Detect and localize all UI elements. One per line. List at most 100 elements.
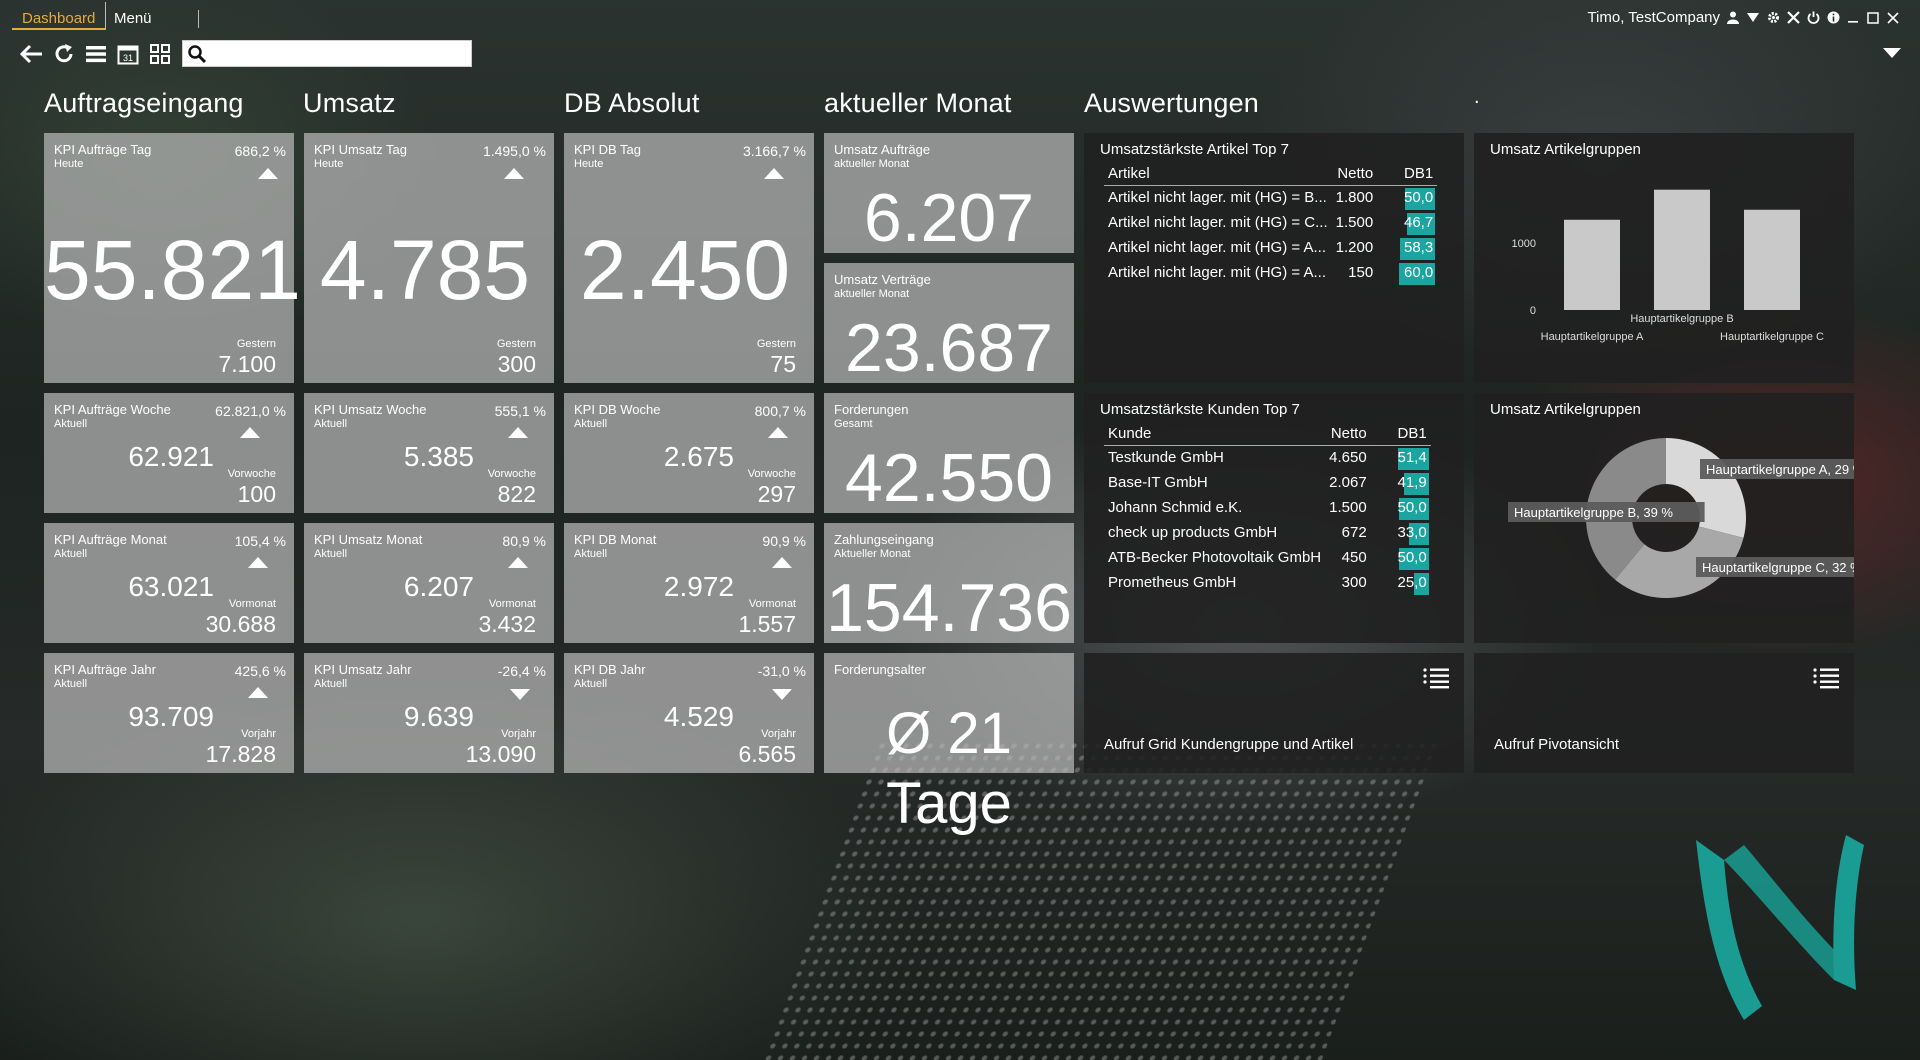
kpi-tile-db-jahr[interactable]: KPI DB Jahr Aktuell -31,0 % 4.529 Vorjah…	[564, 653, 814, 773]
db1-value: 60,0	[1403, 264, 1434, 281]
minimize-icon[interactable]	[1846, 11, 1860, 25]
kpi-tile-auftraege-jahr[interactable]: KPI Aufträge Jahr Aktuell 425,6 % 93.709…	[44, 653, 294, 773]
column-header-netto[interactable]: Netto	[1325, 423, 1371, 446]
kpi-title: KPI Aufträge Tag	[54, 142, 152, 157]
table-row[interactable]: Base-IT GmbH 2.067 41,9	[1104, 471, 1431, 496]
kpi-tile-umsatz-tag[interactable]: KPI Umsatz Tag Heute 1.495,0 % 4.785 Ges…	[304, 133, 554, 383]
panel-pivotansicht[interactable]: Aufruf Pivotansicht	[1474, 653, 1854, 773]
dropdown-icon[interactable]	[1746, 11, 1760, 25]
kpi-compare-label: Vormonat	[228, 598, 276, 610]
kpi-value: 63.021	[128, 571, 214, 602]
info-icon[interactable]	[1826, 11, 1840, 25]
refresh-icon[interactable]	[52, 42, 76, 66]
pie-slice	[1666, 438, 1746, 538]
monat-tile-umsatz-auftraege[interactable]: Umsatz Aufträge aktueller Monat 6.207	[824, 133, 1074, 253]
list-icon[interactable]	[84, 42, 108, 66]
kpi-subtitle: Heute	[54, 158, 84, 170]
kpi-compare-label: Gestern	[496, 338, 536, 350]
kpi-compare-value: 7.100	[218, 351, 276, 377]
table-row[interactable]: Artikel nicht lager. mit (HG) = B... 1.80…	[1104, 186, 1437, 211]
kpi-tile-umsatz-woche[interactable]: KPI Umsatz Woche Aktuell 555,1 % 5.385 V…	[304, 393, 554, 513]
tab-menu[interactable]: Menü	[114, 2, 152, 30]
tile-value: 154.736	[826, 570, 1072, 646]
panel-umsatz-artikelgruppen-bar[interactable]: Umsatz Artikelgruppen 1000 0 Hauptartikelg…	[1474, 133, 1854, 383]
kunde-name-cell: Johann Schmid e.K.	[1108, 499, 1243, 516]
close-icon[interactable]	[1886, 11, 1900, 25]
tab-dashboard[interactable]: Dashboard	[12, 2, 107, 30]
tile-value: 23.687	[845, 310, 1053, 386]
kpi-compare-value: 13.090	[465, 741, 536, 767]
kpi-tile-auftraege-tag[interactable]: KPI Aufträge Tag Heute 686,2 % 55.821 Ge…	[44, 133, 301, 383]
netto-cell: 1.500	[1335, 214, 1374, 231]
tile-value: Ø 21 Tage	[886, 701, 1012, 836]
kpi-title: KPI Aufträge Monat	[54, 532, 167, 547]
column-header-netto[interactable]: Netto	[1331, 163, 1378, 186]
list-menu-icon[interactable]	[1422, 667, 1450, 694]
kpi-compare-value: 1.557	[738, 611, 796, 637]
table-row[interactable]: ATB-Becker Photovoltaik GmbH 450 50,0	[1104, 546, 1431, 571]
column-header-artikel[interactable]: Artikel	[1104, 163, 1332, 186]
kpi-tile-umsatz-monat[interactable]: KPI Umsatz Monat Aktuell 80,9 % 6.207 Vo…	[304, 523, 554, 643]
search-input[interactable]	[209, 43, 467, 64]
grid-link[interactable]: Aufruf Grid Kundengruppe und Artikel	[1104, 736, 1353, 753]
column-header-db1[interactable]: DB1	[1370, 423, 1431, 446]
table-row[interactable]: Prometheus GmbH 300 25,0	[1104, 571, 1431, 596]
kpi-tile-db-monat[interactable]: KPI DB Monat Aktuell 90,9 % 2.972 Vormon…	[564, 523, 814, 643]
tiles-icon[interactable]	[148, 42, 172, 66]
table-row[interactable]: Artikel nicht lager. mit (HG) = A... 150 6…	[1104, 261, 1437, 286]
x-tick-label: Hauptartikelgruppe B	[1630, 313, 1733, 325]
monat-tile-forderungen[interactable]: Forderungen Gesamt 42.550	[824, 393, 1074, 513]
kpi-compare-label: Vorwoche	[227, 468, 276, 480]
db1-value: 41,9	[1397, 474, 1427, 491]
pivot-link[interactable]: Aufruf Pivotansicht	[1494, 736, 1619, 753]
kpi-tile-umsatz-jahr[interactable]: KPI Umsatz Jahr Aktuell -26,4 % 9.639 Vo…	[304, 653, 554, 773]
user-name[interactable]: Timo, TestCompany	[1587, 9, 1720, 26]
y-tick-label: 0	[1530, 305, 1536, 317]
netto-cell: 1.500	[1329, 499, 1367, 516]
table-row[interactable]: Testkunde GmbH 4.650 51,4	[1104, 446, 1431, 471]
table-header-row: Kunde Netto DB1	[1104, 423, 1431, 446]
column-header-kunde[interactable]: Kunde	[1104, 423, 1326, 446]
bar	[1654, 189, 1710, 310]
pie-slice-label: Hauptartikelgruppe A, 29 %	[1706, 462, 1854, 477]
db1-cell: 50,0	[1371, 496, 1431, 521]
collapse-arrow-icon[interactable]	[1883, 48, 1901, 58]
kpi-tile-auftraege-woche[interactable]: KPI Aufträge Woche Aktuell 62.821,0 % 62…	[44, 393, 294, 513]
kpi-compare-label: Gestern	[236, 338, 276, 350]
monat-tile-zahlungseingang[interactable]: Zahlungseingang Aktueller Monat 154.736	[824, 523, 1074, 643]
kpi-tile-db-tag[interactable]: KPI DB Tag Heute 3.166,7 % 2.450 Gestern…	[564, 133, 814, 383]
panel-top-artikel[interactable]: Umsatzstärkste Artikel Top 7 Artikel Net…	[1084, 133, 1464, 383]
maximize-icon[interactable]	[1866, 11, 1880, 25]
kpi-value: 2.450	[579, 223, 791, 317]
db1-cell: 33,0	[1371, 521, 1431, 546]
power-icon[interactable]	[1806, 11, 1820, 25]
panel-grid-kundengruppe[interactable]: Aufruf Grid Kundengruppe und Artikel	[1084, 653, 1464, 773]
panel-top-kunden[interactable]: Umsatzstärkste Kunden Top 7 Kunde Netto …	[1084, 393, 1464, 643]
db1-cell: 50,0	[1371, 546, 1431, 571]
db1-value: 46,7	[1403, 214, 1434, 231]
column-header-db1[interactable]: DB1	[1377, 163, 1438, 186]
kpi-compare-label: Vorwoche	[487, 468, 536, 480]
table-row[interactable]: check up products GmbH 672 33,0	[1104, 521, 1431, 546]
kpi-title: KPI Aufträge Jahr	[54, 662, 156, 677]
tile-subtitle: aktueller Monat	[834, 288, 910, 300]
user-icon[interactable]	[1726, 11, 1740, 25]
monat-tile-forderungsalter[interactable]: Forderungsalter Ø 21 Tage	[824, 653, 1074, 836]
kpi-percent: -26,4 %	[497, 663, 546, 679]
calendar-icon[interactable]: 31	[116, 42, 140, 66]
panel-umsatz-artikelgruppen-pie[interactable]: Umsatz Artikelgruppen Hauptartikelgruppe…	[1474, 393, 1854, 643]
table-row[interactable]: Johann Schmid e.K. 1.500 50,0	[1104, 496, 1431, 521]
back-arrow-icon[interactable]	[20, 42, 44, 66]
monat-tile-umsatz-vertraege[interactable]: Umsatz Verträge aktueller Monat 23.687	[824, 263, 1074, 383]
kpi-value: 4.785	[319, 223, 531, 317]
tools-icon[interactable]	[1786, 11, 1800, 25]
gear-icon[interactable]	[1766, 11, 1780, 25]
pie-slice-label: Hauptartikelgruppe C, 32 %	[1702, 560, 1854, 575]
list-menu-icon[interactable]	[1812, 667, 1840, 694]
table-row[interactable]: Artikel nicht lager. mit (HG) = A... 1.20…	[1104, 236, 1437, 261]
trend-up-icon	[248, 687, 268, 698]
table-header-row: Artikel Netto DB1	[1104, 163, 1438, 186]
kpi-tile-auftraege-monat[interactable]: KPI Aufträge Monat Aktuell 105,4 % 63.02…	[44, 523, 294, 643]
table-row[interactable]: Artikel nicht lager. mit (HG) = C... 1.50…	[1104, 211, 1437, 236]
kpi-tile-db-woche[interactable]: KPI DB Woche Aktuell 800,7 % 2.675 Vorwo…	[564, 393, 814, 513]
